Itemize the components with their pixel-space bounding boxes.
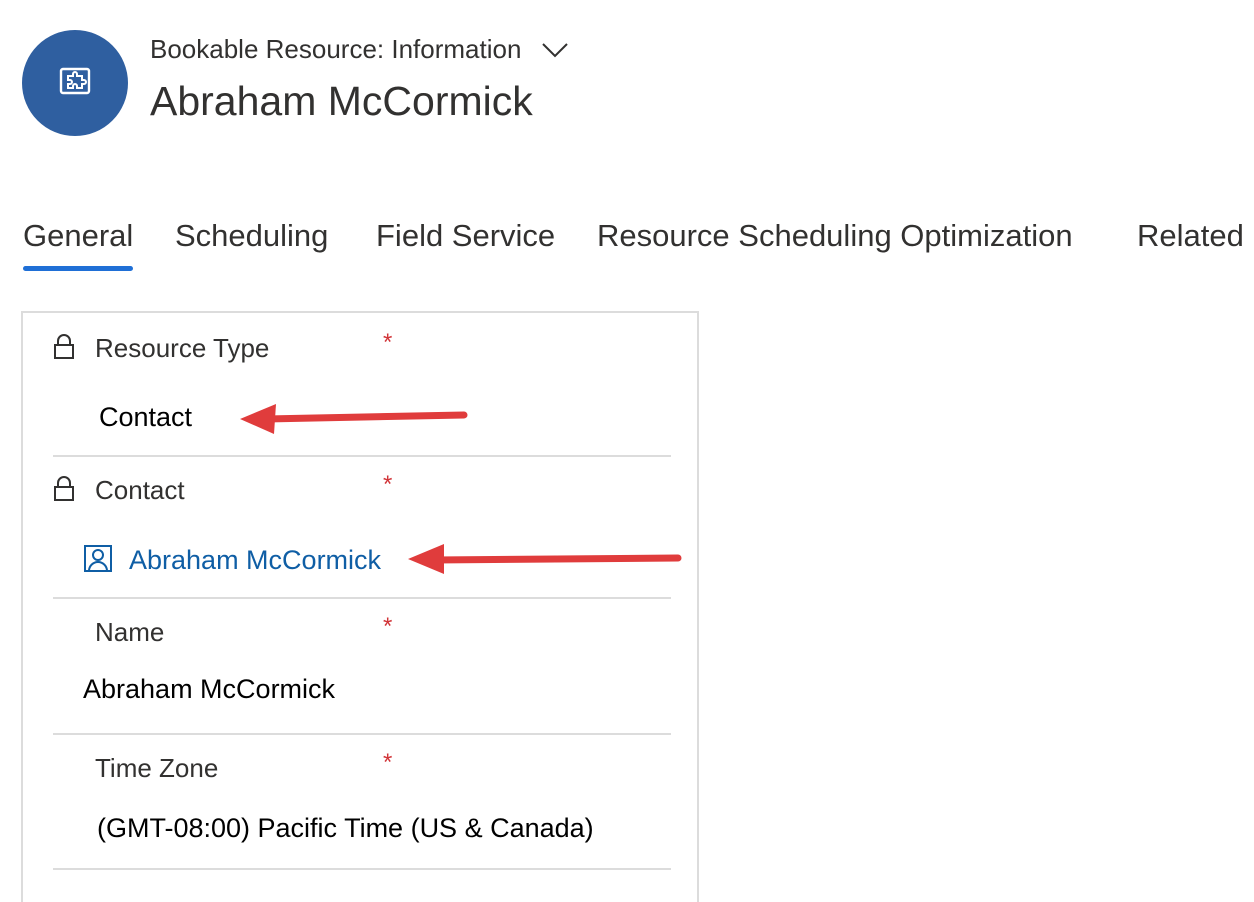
tab-related[interactable]: Related bbox=[1137, 218, 1244, 254]
name-field: Name * Abraham McCormick bbox=[53, 597, 671, 735]
tab-bar: General Scheduling Field Service Resourc… bbox=[0, 218, 1254, 278]
lock-icon bbox=[53, 475, 75, 503]
form-name: Bookable Resource: Information bbox=[150, 34, 522, 64]
time-zone-label: Time Zone bbox=[95, 753, 219, 783]
chevron-down-icon[interactable] bbox=[541, 42, 569, 58]
tab-resource-scheduling-optimization[interactable]: Resource Scheduling Optimization bbox=[597, 218, 1073, 254]
required-indicator: * bbox=[383, 749, 393, 776]
contact-icon bbox=[83, 543, 113, 578]
tab-scheduling[interactable]: Scheduling bbox=[175, 218, 328, 254]
puzzle-icon bbox=[57, 63, 93, 104]
resource-type-label: Resource Type bbox=[95, 333, 270, 363]
entity-avatar bbox=[22, 30, 128, 136]
required-indicator: * bbox=[383, 329, 393, 356]
bookable-resource-form: Bookable Resource: Information Abraham M… bbox=[0, 0, 1254, 902]
required-indicator: * bbox=[383, 613, 393, 640]
annotation-arrow bbox=[240, 404, 468, 434]
contact-lookup-text[interactable]: Abraham McCormick bbox=[129, 545, 381, 576]
annotation-arrow bbox=[408, 544, 682, 574]
time-zone-value[interactable]: (GMT-08:00) Pacific Time (US & Canada) bbox=[97, 813, 594, 844]
contact-label: Contact bbox=[95, 475, 185, 505]
name-value[interactable]: Abraham McCormick bbox=[83, 674, 335, 705]
lock-icon bbox=[53, 333, 75, 361]
tab-general[interactable]: General bbox=[23, 218, 134, 271]
contact-lookup-link[interactable]: Abraham McCormick bbox=[83, 543, 381, 578]
name-label: Name bbox=[95, 617, 165, 647]
time-zone-field: Time Zone * (GMT-08:00) Pacific Time (US… bbox=[53, 733, 671, 870]
required-indicator: * bbox=[383, 471, 393, 498]
form-selector[interactable]: Bookable Resource: Information bbox=[150, 34, 569, 65]
record-title: Abraham McCormick bbox=[150, 78, 533, 124]
tab-field-service[interactable]: Field Service bbox=[376, 218, 555, 254]
resource-type-value[interactable]: Contact bbox=[99, 402, 192, 433]
